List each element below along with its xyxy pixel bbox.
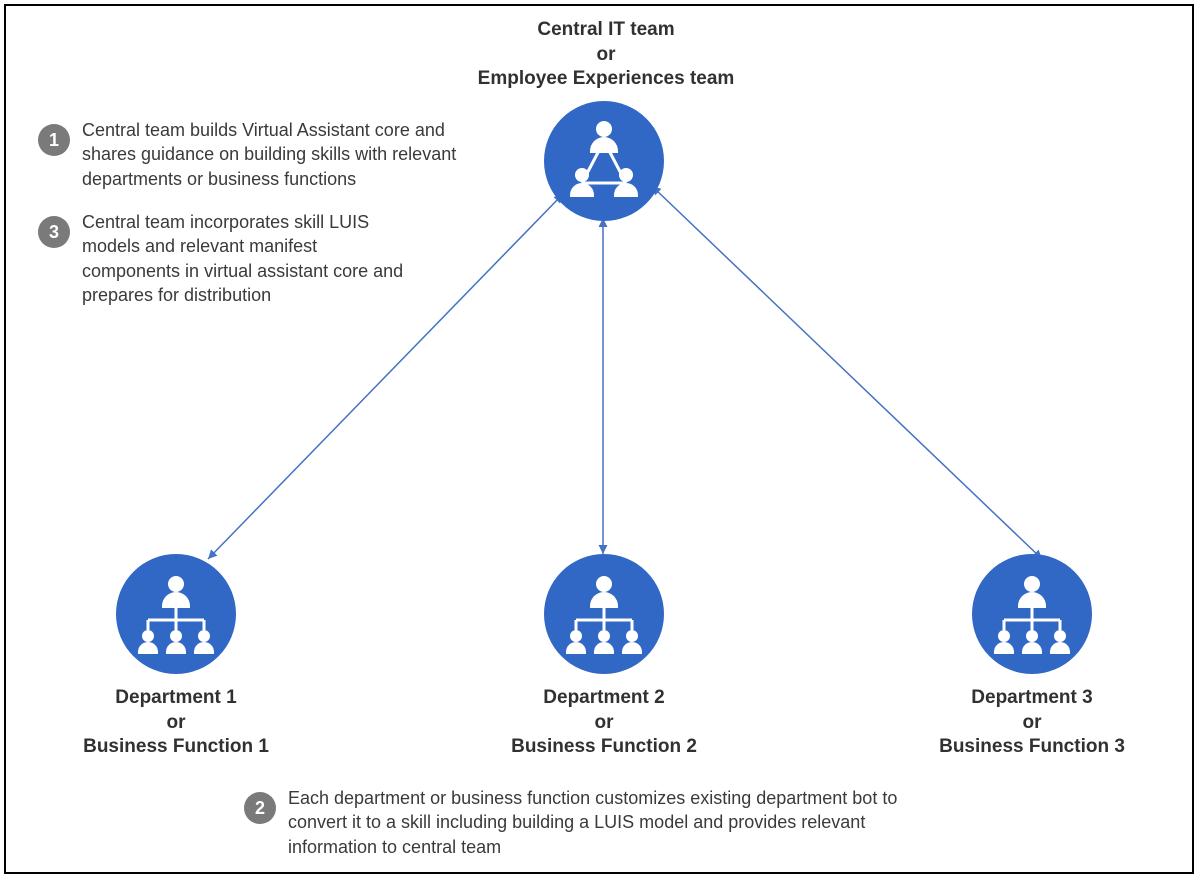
step-3-badge: 3	[38, 216, 70, 248]
department-2-name: Department 2	[484, 686, 724, 711]
step-2-text: Each department or business function cus…	[288, 786, 938, 859]
step-3-number: 3	[49, 222, 59, 243]
team-network-icon	[544, 101, 664, 221]
department-1-label: Department 1 or Business Function 1	[56, 686, 296, 760]
step-1-number: 1	[49, 130, 59, 151]
department-2-fn: Business Function 2	[484, 735, 724, 760]
department-3-node	[972, 554, 1092, 674]
diagram-frame: Central IT team or Employee Experiences …	[4, 4, 1194, 874]
department-2-node	[544, 554, 664, 674]
department-1-fn: Business Function 1	[56, 735, 296, 760]
central-title-line2: Employee Experiences team	[426, 67, 786, 92]
central-title-line1: Central IT team	[426, 18, 786, 43]
department-3-fn: Business Function 3	[912, 735, 1152, 760]
step-2-badge: 2	[244, 792, 276, 824]
department-2-or: or	[484, 711, 724, 736]
step-1-badge: 1	[38, 124, 70, 156]
department-3-label: Department 3 or Business Function 3	[912, 686, 1152, 760]
step-3-text: Central team incorporates skill LUIS mod…	[82, 210, 412, 307]
department-3-or: or	[912, 711, 1152, 736]
org-chart-icon	[972, 554, 1092, 674]
org-chart-icon	[116, 554, 236, 674]
step-1-text: Central team builds Virtual Assistant co…	[82, 118, 502, 191]
central-title-or: or	[426, 43, 786, 68]
central-team-title: Central IT team or Employee Experiences …	[426, 18, 786, 92]
department-1-name: Department 1	[56, 686, 296, 711]
department-2-label: Department 2 or Business Function 2	[484, 686, 724, 760]
department-1-node	[116, 554, 236, 674]
department-1-or: or	[56, 711, 296, 736]
department-3-name: Department 3	[912, 686, 1152, 711]
central-team-node	[544, 101, 664, 221]
step-2-number: 2	[255, 798, 265, 819]
org-chart-icon	[544, 554, 664, 674]
